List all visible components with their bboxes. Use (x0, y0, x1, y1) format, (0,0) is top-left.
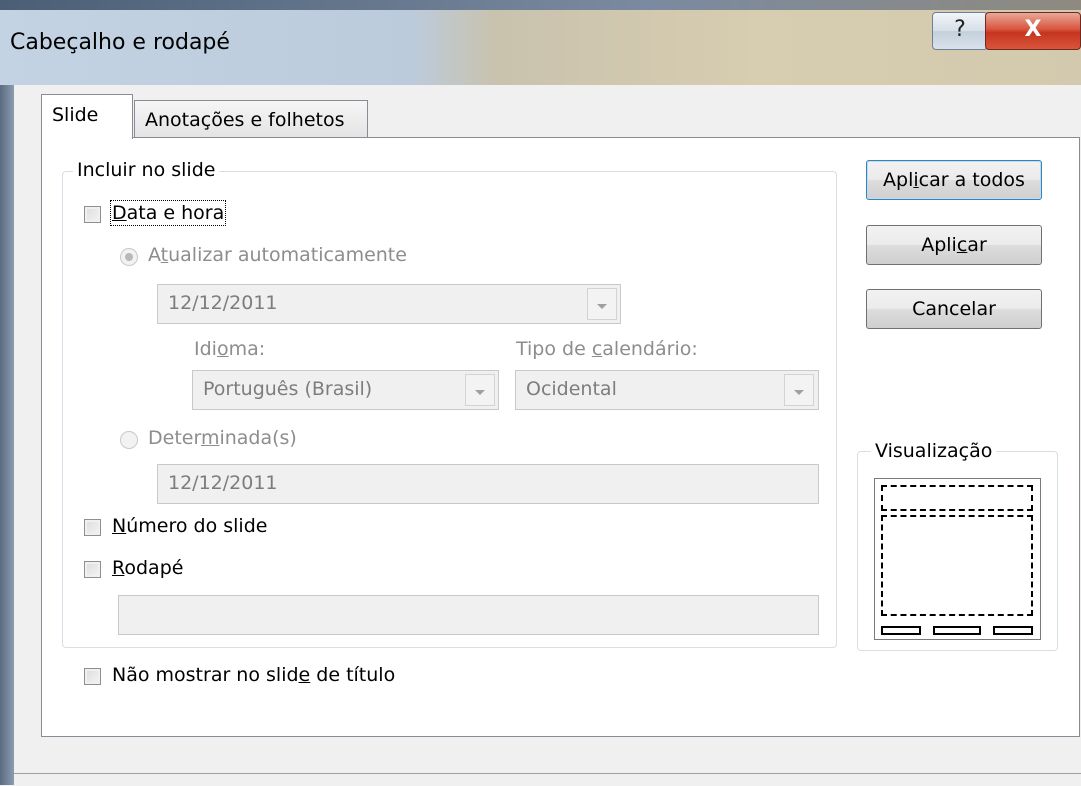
footer-input[interactable] (118, 595, 819, 635)
slide-number-label[interactable]: Número do slide (112, 515, 267, 537)
tab-notes-handouts[interactable]: Anotações e folhetos (134, 100, 368, 139)
chevron-down-icon[interactable] (784, 374, 814, 406)
chevron-down-icon[interactable] (587, 288, 617, 320)
slide-number-checkbox[interactable] (84, 519, 101, 536)
fixed-date-value: 12/12/2011 (168, 472, 278, 494)
preview-date-placeholder (881, 626, 921, 635)
include-group-label: Incluir no slide (73, 159, 220, 181)
help-icon: ? (954, 17, 966, 42)
dialog-bottom-edge (14, 773, 1081, 786)
calendar-select[interactable]: Ocidental (515, 370, 819, 410)
close-button[interactable]: X (985, 12, 1081, 50)
preview-title-placeholder (881, 485, 1033, 511)
close-icon: X (1024, 17, 1042, 42)
tab-slide[interactable]: Slide (41, 94, 133, 139)
auto-update-label[interactable]: Atualizar automaticamente (148, 244, 407, 266)
dont-show-title-checkbox[interactable] (84, 668, 101, 685)
window-title: Cabeçalho e rodapé (10, 30, 230, 55)
fixed-date-radio[interactable] (120, 431, 138, 449)
help-button[interactable]: ? (932, 12, 988, 50)
footer-checkbox[interactable] (84, 561, 101, 578)
title-bar-edge (0, 0, 1081, 10)
apply-button[interactable]: Aplicar (866, 225, 1042, 265)
language-label: Idioma: (194, 338, 266, 360)
fixed-date-input[interactable]: 12/12/2011 (157, 464, 819, 504)
date-time-label[interactable]: Data e hora (109, 200, 227, 226)
calendar-type-label: Tipo de calendário: (516, 338, 698, 360)
language-select[interactable]: Português (Brasil) (192, 370, 499, 410)
fixed-date-label[interactable]: Determinada(s) (148, 427, 297, 449)
dont-show-title-label[interactable]: Não mostrar no slide de título (112, 664, 395, 686)
tab-notes-handouts-label: Anotações e folhetos (145, 109, 345, 131)
auto-update-radio[interactable] (120, 248, 138, 266)
cancel-button[interactable]: Cancelar (866, 289, 1042, 329)
date-time-checkbox[interactable] (84, 206, 101, 223)
window-frame-left (0, 85, 14, 785)
preview-thumbnail (874, 478, 1041, 640)
auto-date-select[interactable]: 12/12/2011 (157, 284, 621, 324)
preview-body-placeholder (881, 515, 1033, 616)
auto-date-value: 12/12/2011 (168, 292, 278, 314)
calendar-value: Ocidental (526, 378, 617, 400)
preview-footer-placeholder (933, 626, 981, 635)
apply-all-button[interactable]: Aplicar a todos (866, 160, 1042, 200)
tab-slide-label: Slide (52, 104, 99, 126)
preview-label: Visualização (871, 440, 997, 462)
preview-number-placeholder (993, 626, 1033, 635)
chevron-down-icon[interactable] (465, 374, 495, 406)
footer-label[interactable]: Rodapé (112, 557, 183, 579)
language-value: Português (Brasil) (203, 378, 373, 400)
